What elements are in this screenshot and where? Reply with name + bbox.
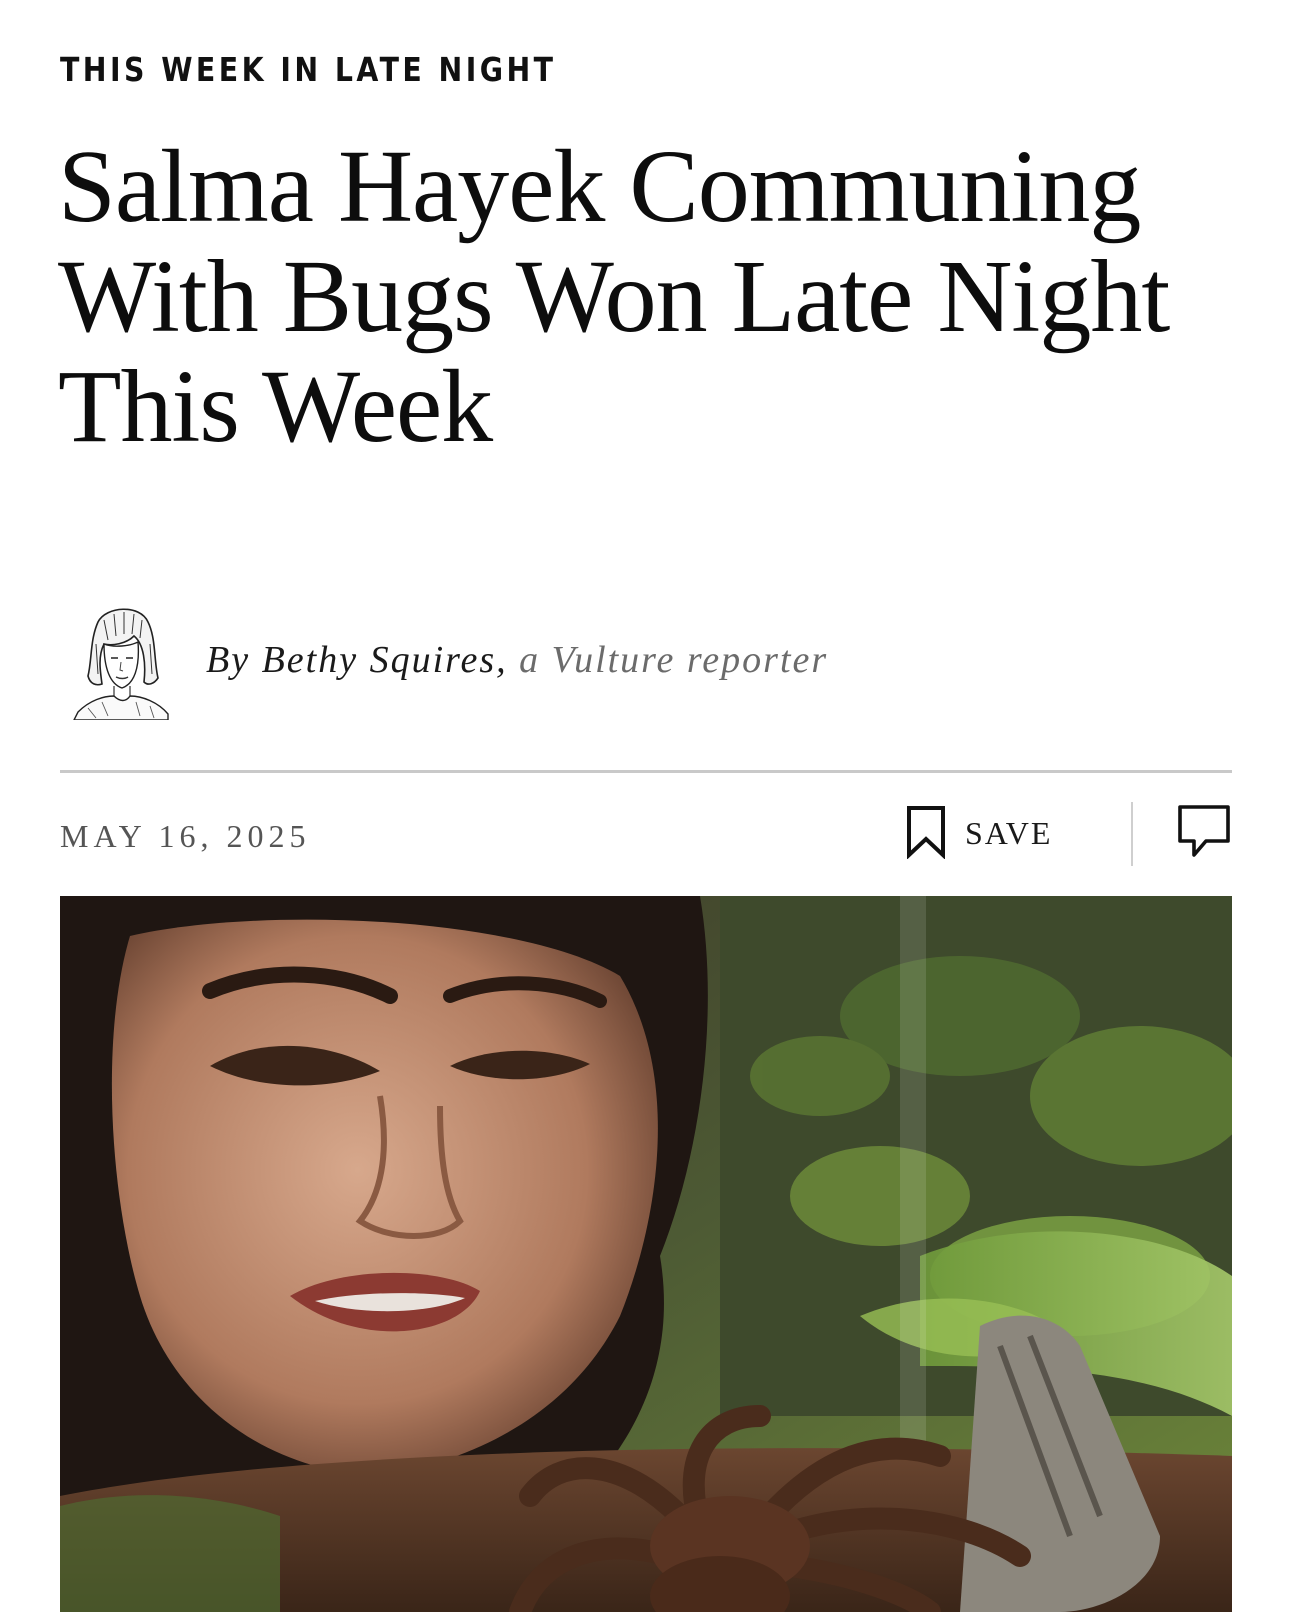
- comment-button[interactable]: [1176, 803, 1232, 859]
- hero-photo-illustration: [60, 896, 1232, 1612]
- byline: By Bethy Squires, a Vulture reporter: [60, 604, 1240, 724]
- article-page: THIS WEEK IN LATE NIGHT Salma Hayek Comm…: [0, 0, 1290, 1612]
- author-portrait-sketch: [72, 608, 169, 721]
- article-headline: Salma Hayek Communing With Bugs Won Late…: [58, 129, 1170, 464]
- save-button[interactable]: SAVE: [905, 803, 1075, 861]
- divider: [60, 770, 1232, 773]
- comment-icon: [1176, 805, 1232, 863]
- hero-image[interactable]: [60, 896, 1232, 1612]
- byline-text: By Bethy Squires, a Vulture reporter: [206, 638, 828, 682]
- author-avatar[interactable]: [68, 604, 174, 721]
- publish-date: MAY 16, 2025: [60, 818, 311, 854]
- save-label: SAVE: [965, 815, 1053, 851]
- bookmark-icon: [905, 805, 947, 860]
- author-role: a Vulture reporter: [519, 639, 829, 681]
- section-rubric[interactable]: THIS WEEK IN LATE NIGHT: [60, 50, 556, 89]
- toolbar-divider: [1131, 802, 1133, 866]
- author-name[interactable]: By Bethy Squires,: [206, 639, 508, 681]
